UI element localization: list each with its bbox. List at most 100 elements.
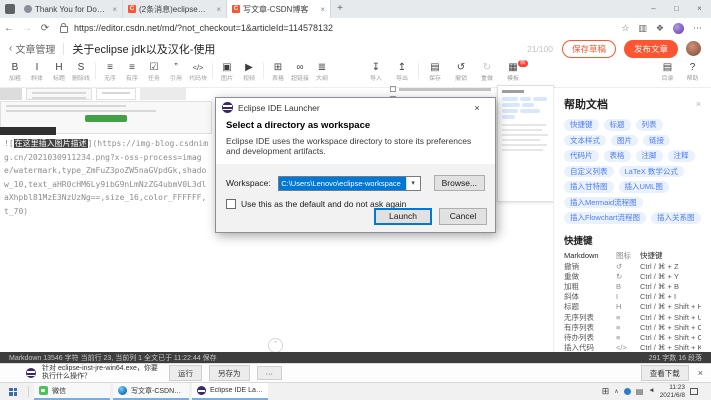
image-icon: ▣ [216,62,238,74]
more-menu-icon[interactable]: ⋯ [693,23,702,34]
help-tag[interactable]: 插入Flowchart流程图 [564,212,646,224]
maximize-button[interactable]: □ [665,0,688,18]
help-tag[interactable]: 注脚 [636,150,663,162]
combo-dropdown-icon[interactable]: ▾ [406,177,420,190]
workspace-combobox[interactable]: C:\Users\Lenovo\eclipse-workspace ▾ [278,176,420,191]
markdown-source-text[interactable]: ![在这里插入图片描述](https://img-blog.csdnimg.cn… [4,137,211,218]
article-manage-link[interactable]: ‹ 文章管理 [9,41,55,56]
toolbar-toc-button[interactable]: ▤目录 [655,62,680,84]
browse-button[interactable]: Browse... [434,175,485,191]
toolbar-italic-button[interactable]: I斜体 [26,62,48,84]
user-avatar[interactable] [686,41,701,56]
default-checkbox[interactable] [226,199,236,209]
toolbar-table-button[interactable]: ⊞表格 [267,62,289,84]
toolbar-import-button[interactable]: ↧导入 [363,62,389,84]
toolbar-unordered-list-button[interactable]: ≡无序 [99,62,121,84]
help-tag[interactable]: 文本样式 [564,135,606,147]
tab-close-icon[interactable]: × [216,5,221,14]
taskbar-app-edge[interactable]: 写文章-CSDN博客... [113,383,189,400]
help-tag[interactable]: LaTeX 数学公式 [619,166,684,178]
volume-icon[interactable]: ◄ [648,388,654,395]
toolbar-help-button[interactable]: ?帮助 [680,62,705,84]
back-icon[interactable]: ← [0,23,18,34]
dialog-close-icon[interactable]: × [465,103,489,113]
start-button[interactable] [0,383,26,400]
minimize-button[interactable]: – [642,0,665,18]
usb-icon[interactable]: ▤ [636,388,644,396]
toolbar-outline-button[interactable]: ≣大纲 [311,62,333,84]
toolbar-strikethrough-button[interactable]: S删除线 [70,62,92,84]
toolbar-image-button[interactable]: ▣图片 [216,62,238,84]
save-draft-button[interactable]: 保存草稿 [562,40,616,58]
help-tag[interactable]: 快捷键 [564,119,599,131]
help-tag[interactable]: 标题 [604,119,631,131]
help-tag[interactable]: 插入UML图 [619,181,669,193]
help-tag[interactable]: 注释 [668,150,695,162]
tab-close-icon[interactable]: × [112,5,117,14]
toolbar-export-button[interactable]: ↥导出 [389,62,415,84]
download-save-as-button[interactable]: 另存为 [209,365,250,381]
toolbar-save-button[interactable]: ▤保存 [422,62,448,84]
toolbar-undo-button[interactable]: ↺撤销 [448,62,474,84]
shortcut-cell: 待办列表 [564,333,616,343]
toolbar-video-button[interactable]: ▶视频 [238,62,260,84]
toolbar-redo-button[interactable]: ↻重做 [474,62,500,84]
download-run-button[interactable]: 运行 [169,365,202,381]
view-downloads-button[interactable]: 查看下载 [641,365,689,381]
help-tag[interactable]: 链接 [643,135,670,147]
tray-app-icon[interactable] [624,388,631,395]
help-tag[interactable]: 图片 [611,135,638,147]
help-panel-close-icon[interactable]: × [696,99,701,109]
help-tag[interactable]: 插入Mermaid流程图 [564,197,643,209]
toolbar-heading-button[interactable]: H标题 [48,62,70,84]
publish-button[interactable]: 发布文章 [624,40,678,58]
browser-profile-avatar[interactable] [673,23,684,34]
url-text[interactable]: https://editor.csdn.net/md/?not_checkout… [74,23,333,33]
browser-tab[interactable]: C(2条消息)eclipse安装及汉化- CSDN...× [123,0,227,18]
toolbar-ordered-list-button[interactable]: ≡有序 [121,62,143,84]
dialog-title-bar[interactable]: Eclipse IDE Launcher × [216,98,495,117]
browser-tab[interactable]: C写文章-CSDN博客× [227,0,331,18]
shortcuts-title: 快捷键 [564,233,701,247]
dialog-description: Eclipse IDE uses the workspace directory… [226,136,485,156]
help-tag[interactable]: 表格 [604,150,631,162]
refresh-icon[interactable]: ⟳ [36,23,54,34]
help-tag[interactable]: 插入甘特图 [564,181,614,193]
help-tag[interactable]: 插入关系图 [651,212,701,224]
extension-icon[interactable]: ❖ [656,23,664,34]
help-tag[interactable]: 代码片 [564,150,599,162]
article-title-input[interactable]: 关于eclipse jdk以及汉化-使用 [72,41,527,57]
forward-icon[interactable]: → [18,23,36,34]
toolbar-bold-button[interactable]: B加粗 [4,62,26,84]
floating-scroll-up-button[interactable]: ⌃ [268,338,283,353]
browser-icon[interactable] [5,4,15,14]
cancel-button[interactable]: Cancel [439,208,487,225]
ime-icon[interactable]: ⊞ [602,387,610,396]
edge-icon [118,386,127,395]
new-tab-button[interactable]: + [331,0,349,18]
toolbar-quote-button[interactable]: ”引用 [165,62,187,84]
help-tag[interactable]: 列表 [636,119,663,131]
toolbar-link-button[interactable]: ∞超链接 [289,62,311,84]
taskbar-app-eclipse[interactable]: Eclipse IDE Launc... [192,383,268,400]
help-tag[interactable]: 自定义列表 [564,166,614,178]
image-toolbar-fragment [0,127,56,135]
favorite-icon[interactable]: ☆ [621,23,629,34]
close-button[interactable]: × [688,0,711,18]
browser-tab[interactable]: Thank You for Downloading E...× [19,0,123,18]
tab-close-icon[interactable]: × [320,5,325,14]
toolbar-template-button[interactable]: ▦模板新 [500,62,526,84]
launch-button[interactable]: Launch [374,208,432,225]
download-bar-close-icon[interactable]: × [698,368,703,378]
toolbar-task-list-button[interactable]: ☑任务 [143,62,165,84]
collections-icon[interactable]: ▥ [638,23,647,34]
taskbar-app-wechat[interactable]: 微信 [34,383,110,400]
action-center-icon[interactable] [690,388,698,395]
taskbar-clock[interactable]: 11:23 2021/6/8 [660,384,685,399]
download-more-button[interactable]: ··· [257,366,283,380]
hidden-icons-chevron[interactable]: ∧ [614,389,618,395]
import-icon: ↧ [363,62,389,74]
toolbar-code-block-button[interactable]: </>代码块 [187,62,209,84]
workspace-value[interactable]: C:\Users\Lenovo\eclipse-workspace [279,177,405,190]
selected-alt-text[interactable]: 在这里插入图片描述 [14,139,88,148]
